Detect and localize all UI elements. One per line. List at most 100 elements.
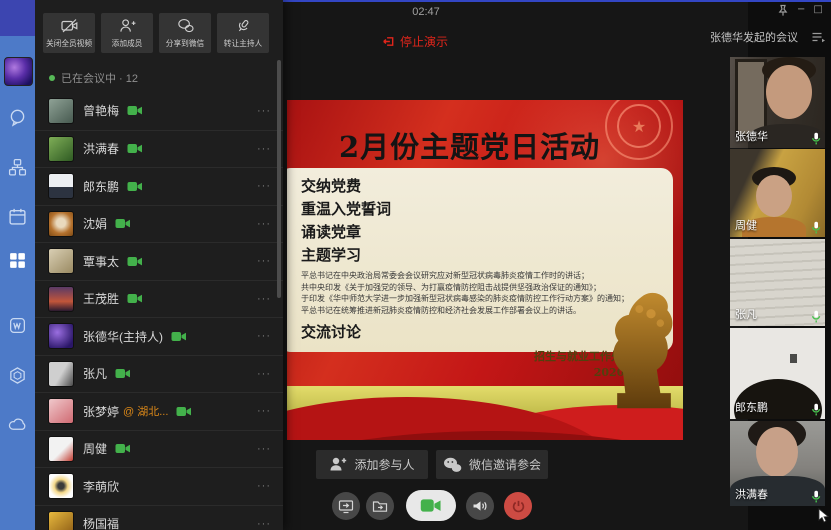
toolbar-label: 添加成员 xyxy=(112,38,143,49)
pin-icon[interactable] xyxy=(777,4,789,17)
participant-row[interactable]: 李萌欣 ··· xyxy=(35,467,283,505)
video-tile[interactable]: 郎东鹏 xyxy=(730,328,825,419)
stop-presentation-label: 停止演示 xyxy=(400,33,448,50)
contacts-icon[interactable] xyxy=(8,158,27,177)
wechat-share-icon xyxy=(177,18,194,33)
agenda-item: 主题学习 xyxy=(301,244,673,267)
participant-org-suffix: @ 湖北... xyxy=(123,403,168,419)
mic-icon xyxy=(811,403,821,416)
participant-row[interactable]: 张凡 ··· xyxy=(35,355,283,393)
status-text: 已在会议中 · 12 xyxy=(61,70,138,86)
participant-name: 王茂胜 xyxy=(83,290,119,307)
mic-icon xyxy=(811,132,821,145)
participant-row[interactable]: 张梦婷 @ 湖北... ··· xyxy=(35,392,283,430)
calendar-icon[interactable] xyxy=(8,207,27,226)
participant-row[interactable]: 杨国福 ··· xyxy=(35,505,283,530)
more-button[interactable]: ··· xyxy=(257,368,271,380)
more-button[interactable]: ··· xyxy=(257,405,271,417)
video-participant-name: 郎东鹏 xyxy=(735,399,768,415)
share-to-wechat-button[interactable]: 分享到微信 xyxy=(159,13,211,53)
more-button[interactable]: ··· xyxy=(257,293,271,305)
camera-on-icon xyxy=(127,181,143,192)
slide-title: 2月份主题党日活动 xyxy=(339,124,600,166)
toggle-all-video-button[interactable]: 关闭全员视频 xyxy=(43,13,95,53)
participant-row[interactable]: 沈娟 ··· xyxy=(35,205,283,243)
avatar xyxy=(48,398,74,424)
collapse-list-icon[interactable] xyxy=(811,31,826,44)
screen-share-icon xyxy=(338,499,354,514)
more-button[interactable]: ··· xyxy=(257,443,271,455)
user-avatar[interactable] xyxy=(4,57,33,86)
docs-icon[interactable] xyxy=(8,316,27,335)
speaker-icon xyxy=(472,499,488,513)
detail-line: 平总书记在中央政治局常委会会议研究应对新型冠状病毒肺炎疫情工作时的讲话； xyxy=(301,270,673,282)
participant-row[interactable]: 覃事太 ··· xyxy=(35,242,283,280)
participant-name: 张德华(主持人) xyxy=(83,328,163,345)
video-person-face xyxy=(756,175,792,217)
participant-name: 杨国福 xyxy=(83,515,119,530)
sidebar-top-block xyxy=(0,0,35,36)
screen-share-button[interactable] xyxy=(332,492,360,520)
mic-transfer-icon xyxy=(235,18,252,33)
participant-row[interactable]: 洪满春 ··· xyxy=(35,130,283,168)
participant-name: 沈娟 xyxy=(83,215,107,232)
end-meeting-button[interactable] xyxy=(504,492,532,520)
avatar xyxy=(48,436,74,462)
video-participant-name: 洪满春 xyxy=(735,486,768,502)
camera-toggle-button[interactable] xyxy=(406,490,456,521)
video-tile[interactable]: 张凡 xyxy=(730,239,825,326)
more-button[interactable]: ··· xyxy=(257,255,271,267)
add-participant-button[interactable]: 添加参与人 xyxy=(316,450,428,479)
more-button[interactable]: ··· xyxy=(257,180,271,192)
participant-row[interactable]: 周健 ··· xyxy=(35,430,283,468)
video-tile[interactable]: 周健 xyxy=(730,149,825,237)
meeting-timer: 02:47 xyxy=(381,6,471,18)
presentation-slide: ★ 2月份主题党日活动 交纳党费 重温入党誓词 诵读党章 主题学习 平总书记在中… xyxy=(287,100,683,440)
participant-row[interactable]: 郎东鹏 ··· xyxy=(35,167,283,205)
video-participant-name: 张凡 xyxy=(735,306,757,322)
avatar xyxy=(48,173,74,199)
participant-name: 曾艳梅 xyxy=(83,102,119,119)
person-add-icon xyxy=(329,456,347,473)
participant-name: 李萌欣 xyxy=(83,478,119,495)
meeting-header-title: 张德华发起的会议 xyxy=(710,29,798,45)
avatar xyxy=(48,473,74,499)
workspace-grid-icon[interactable] xyxy=(8,251,27,270)
scrollbar[interactable] xyxy=(277,60,281,298)
wechat-invite-label: 微信邀请参会 xyxy=(469,456,541,473)
avatar xyxy=(48,286,74,312)
video-participant-name: 周健 xyxy=(735,217,757,233)
stone-lion-image xyxy=(609,286,679,436)
apps-hexagon-icon[interactable] xyxy=(8,366,27,385)
add-member-button[interactable]: 添加成员 xyxy=(101,13,153,53)
camera-off-icon xyxy=(61,18,78,33)
speaker-button[interactable] xyxy=(466,492,494,520)
meeting-window: 02:47 停止演示 − □ × 张德华发起的会议 xyxy=(0,0,831,530)
more-button[interactable]: ··· xyxy=(257,143,271,155)
more-button[interactable]: ··· xyxy=(257,330,271,342)
more-button[interactable]: ··· xyxy=(257,518,271,530)
window-controls: − □ × xyxy=(777,3,831,17)
participant-row[interactable]: 王茂胜 ··· xyxy=(35,280,283,318)
stop-presentation-button[interactable]: 停止演示 xyxy=(355,33,475,50)
participant-row[interactable]: 张德华(主持人) ··· xyxy=(35,317,283,355)
more-button[interactable]: ··· xyxy=(257,218,271,230)
chat-icon[interactable] xyxy=(8,108,27,127)
wechat-invite-button[interactable]: 微信邀请参会 xyxy=(436,450,548,479)
participant-name: 洪满春 xyxy=(83,140,119,157)
video-tile[interactable]: 洪满春 xyxy=(730,421,825,506)
transfer-host-button[interactable]: 转让主持人 xyxy=(217,13,269,53)
meeting-status: 已在会议中 · 12 xyxy=(49,70,138,86)
avatar xyxy=(48,323,74,349)
participant-row[interactable]: 曾艳梅 ··· xyxy=(35,92,283,130)
video-participant-name: 张德华 xyxy=(735,128,768,144)
more-button[interactable]: ··· xyxy=(257,480,271,492)
share-file-button[interactable] xyxy=(366,492,394,520)
video-tile[interactable]: 张德华 xyxy=(730,57,825,148)
more-button[interactable]: ··· xyxy=(257,105,271,117)
minimize-button[interactable]: − xyxy=(797,3,805,17)
participants-panel: 关闭全员视频 添加成员 分享到微信 xyxy=(35,0,283,530)
maximize-button[interactable]: □ xyxy=(813,3,822,17)
cloud-disk-icon[interactable] xyxy=(8,415,27,434)
participant-list: 曾艳梅 ··· 洪满春 ··· 郎东鹏 ··· 沈娟 ··· xyxy=(35,92,283,530)
